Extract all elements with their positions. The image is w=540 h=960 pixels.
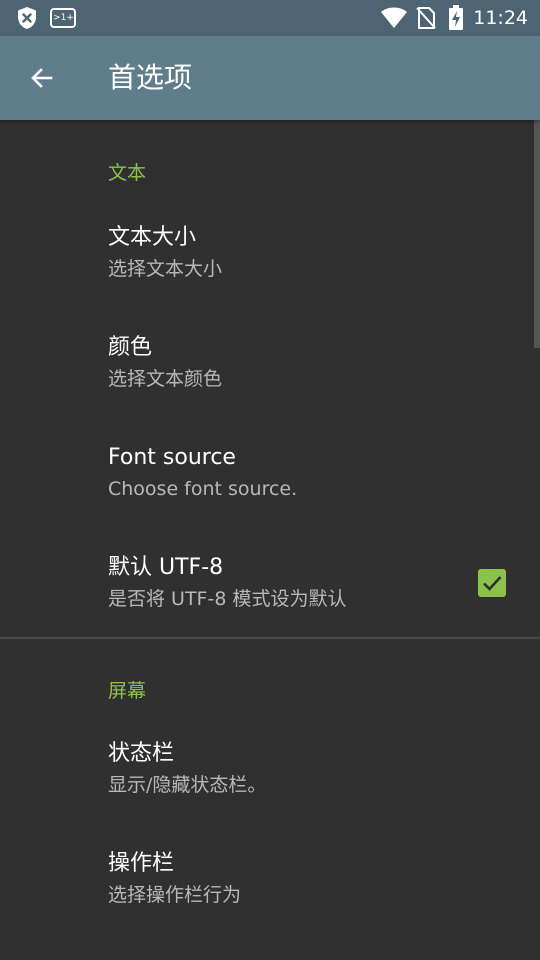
- pref-title: Font source: [108, 445, 236, 470]
- pref-title: 操作栏: [108, 851, 175, 876]
- pref-text-size[interactable]: 文本大小 选择文本大小: [0, 222, 540, 332]
- pref-summary: 选择操作栏行为: [108, 884, 242, 906]
- page-title: 首选项: [108, 61, 193, 94]
- back-button[interactable]: [18, 54, 66, 102]
- pref-title: 颜色: [108, 335, 153, 360]
- pref-action-bar[interactable]: 操作栏 选择操作栏行为: [0, 848, 540, 958]
- battery-charging-icon: [448, 5, 464, 35]
- pref-title: 状态栏: [108, 741, 175, 766]
- section-header-screen: 屏幕: [108, 680, 147, 702]
- pref-summary: 是否将 UTF-8 模式设为默认: [108, 588, 347, 610]
- pref-default-utf8[interactable]: 默认 UTF-8 是否将 UTF-8 模式设为默认: [0, 552, 540, 662]
- no-sim-icon: [416, 6, 436, 34]
- app-bar: 首选项: [0, 36, 540, 120]
- shield-x-icon: [16, 6, 38, 34]
- data-saver-icon: >1+: [50, 8, 76, 32]
- pref-summary: Choose font source.: [108, 478, 298, 500]
- pref-summary: 选择文本大小: [108, 258, 223, 280]
- utf8-checkbox[interactable]: [478, 569, 506, 597]
- section-divider: [0, 637, 540, 639]
- pref-summary: 显示/隐藏状态栏。: [108, 774, 267, 796]
- pref-summary: 选择文本颜色: [108, 368, 223, 390]
- pref-font-source[interactable]: Font source Choose font source.: [0, 442, 540, 552]
- status-bar: >1+ 11:24: [0, 0, 540, 36]
- wifi-icon: [380, 6, 408, 34]
- preferences-list[interactable]: 文本 文本大小 选择文本大小 颜色 选择文本颜色 Font source Cho…: [0, 120, 540, 960]
- check-icon: [483, 576, 502, 591]
- pref-color[interactable]: 颜色 选择文本颜色: [0, 332, 540, 442]
- arrow-back-icon: [31, 68, 53, 88]
- data-saver-label: >1+: [53, 13, 74, 23]
- pref-status-bar[interactable]: 状态栏 显示/隐藏状态栏。: [0, 738, 540, 848]
- pref-title: 文本大小: [108, 225, 197, 250]
- section-header-text: 文本: [108, 162, 147, 184]
- pref-title: 默认 UTF-8: [108, 555, 224, 580]
- status-time: 11:24: [473, 7, 528, 29]
